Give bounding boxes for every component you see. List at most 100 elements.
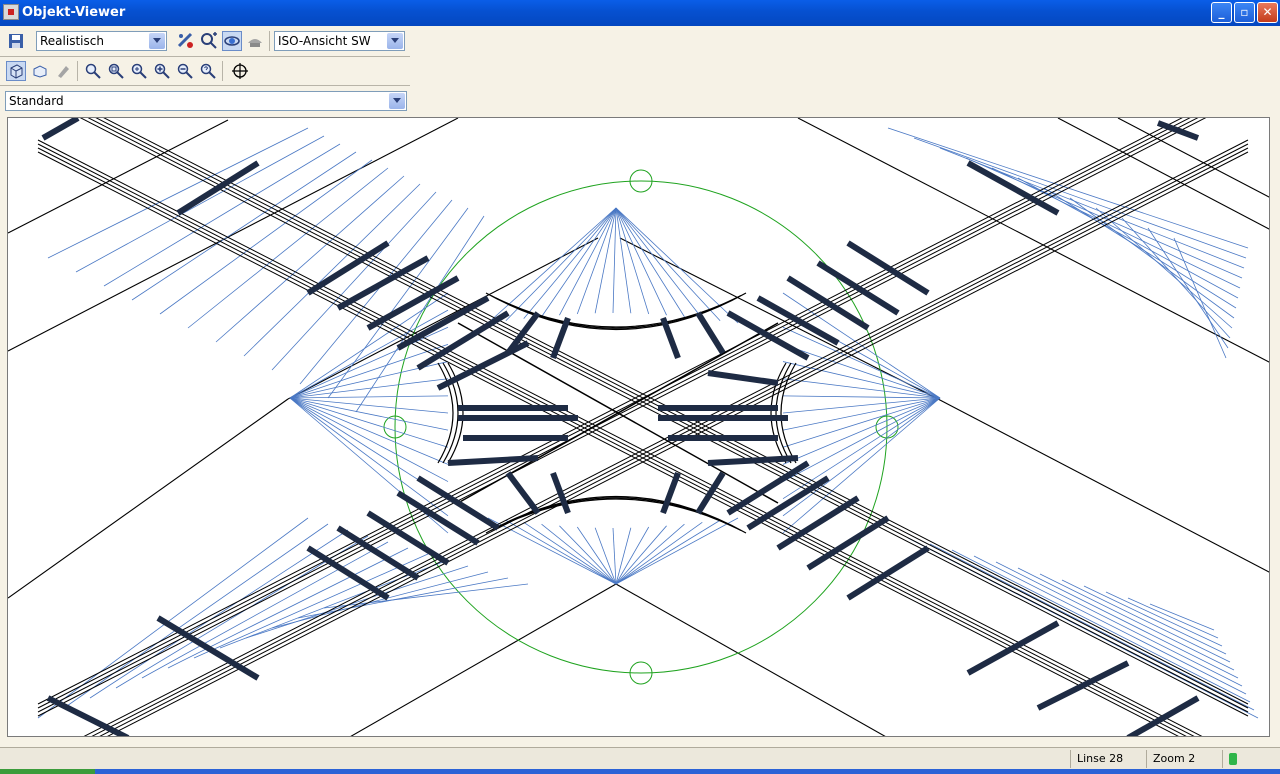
title-bar: Objekt-Viewer _ ▫ ✕ bbox=[0, 0, 1280, 26]
helper-line bbox=[1173, 237, 1227, 359]
fan-line bbox=[615, 522, 703, 585]
road-beam bbox=[1036, 660, 1130, 711]
intersection-geometry bbox=[8, 118, 1269, 736]
save-icon[interactable] bbox=[6, 31, 26, 51]
ucs-select[interactable]: Standard bbox=[5, 91, 407, 111]
road-edge bbox=[37, 118, 1207, 717]
fan-line bbox=[615, 207, 721, 322]
zoom-in-icon[interactable] bbox=[152, 61, 172, 81]
road-edge bbox=[79, 118, 1249, 717]
road-beam bbox=[695, 311, 726, 355]
fan-line bbox=[505, 207, 617, 322]
drawing-viewport[interactable] bbox=[7, 117, 1270, 737]
visual-style-manager-icon[interactable] bbox=[176, 31, 196, 51]
intersection-drawing bbox=[8, 118, 1269, 736]
road-beam bbox=[41, 118, 80, 141]
zoom-out-icon[interactable] bbox=[175, 61, 195, 81]
lens-status: Linse 28 bbox=[1070, 750, 1146, 768]
maximize-button[interactable]: ▫ bbox=[1234, 2, 1255, 23]
zoom-realtime-icon[interactable] bbox=[199, 31, 219, 51]
road-edge bbox=[99, 147, 1249, 736]
road-beam bbox=[660, 316, 681, 360]
toolbar-separator bbox=[269, 31, 270, 51]
fan-line bbox=[615, 523, 685, 585]
helper-line bbox=[1017, 177, 1239, 299]
chevron-down-icon[interactable] bbox=[389, 93, 405, 109]
helper-line bbox=[1095, 207, 1233, 329]
status-bar: Linse 28 Zoom 2 bbox=[0, 747, 1280, 770]
road-beam bbox=[966, 620, 1060, 676]
helper-line bbox=[89, 529, 349, 699]
fan-line bbox=[289, 397, 449, 465]
fan-line bbox=[615, 517, 739, 585]
zoom-status: Zoom 2 bbox=[1146, 750, 1222, 768]
toolbar-divider bbox=[0, 85, 410, 86]
status-indicator bbox=[1222, 750, 1280, 768]
fan-line bbox=[559, 525, 617, 585]
properties-icon[interactable] bbox=[53, 61, 73, 81]
fan-line bbox=[782, 397, 941, 517]
fan-line bbox=[505, 519, 617, 585]
window-title: Objekt-Viewer bbox=[22, 5, 126, 20]
helper-line bbox=[1043, 187, 1237, 309]
helper-line bbox=[929, 543, 1255, 711]
helper-line bbox=[939, 147, 1245, 269]
fan-line bbox=[782, 397, 941, 500]
fan-line bbox=[289, 309, 449, 399]
road-edge bbox=[107, 151, 1249, 736]
fan-line bbox=[523, 522, 617, 585]
box-view-icon[interactable] bbox=[30, 61, 50, 81]
road-beam bbox=[707, 455, 799, 466]
ucs-value: Standard bbox=[9, 94, 64, 108]
taskbar-strip bbox=[0, 769, 1280, 774]
road-beam bbox=[746, 475, 830, 531]
pan-icon[interactable] bbox=[245, 31, 265, 51]
road-edges bbox=[37, 118, 1249, 736]
fan-line bbox=[559, 207, 617, 316]
road-beam bbox=[176, 160, 260, 216]
visual-style-value: Realistisch bbox=[40, 34, 104, 48]
fan-line bbox=[289, 344, 449, 399]
road-edge bbox=[37, 118, 1183, 705]
fan-line bbox=[782, 361, 941, 399]
road-beam bbox=[46, 695, 130, 736]
toolbar-separator bbox=[77, 61, 78, 81]
zoom-realtime-icon[interactable] bbox=[83, 61, 103, 81]
view-select[interactable]: ISO-Ansicht SW bbox=[274, 31, 405, 51]
helper-line bbox=[1083, 585, 1227, 655]
fan-line bbox=[523, 207, 617, 319]
fan-line bbox=[782, 397, 941, 431]
minimize-button[interactable]: _ bbox=[1211, 2, 1232, 23]
orbit-icon[interactable] bbox=[222, 31, 242, 51]
helper-line bbox=[167, 547, 409, 669]
crosshair-icon[interactable] bbox=[230, 61, 250, 81]
road-beam bbox=[776, 495, 860, 551]
application-icon[interactable] bbox=[3, 4, 19, 20]
helper-line bbox=[1017, 567, 1239, 679]
road-edge bbox=[83, 139, 1249, 736]
road-beam bbox=[707, 370, 779, 386]
road-beam bbox=[505, 471, 541, 515]
view-value: ISO-Ansicht SW bbox=[278, 34, 371, 48]
toolbar-row-2 bbox=[0, 58, 410, 84]
helper-lines bbox=[37, 127, 1259, 719]
chevron-down-icon[interactable] bbox=[149, 33, 165, 49]
chevron-down-icon[interactable] bbox=[387, 33, 403, 49]
view-cube-icon[interactable] bbox=[6, 61, 26, 81]
toolbar-separator bbox=[222, 61, 223, 81]
indicator-icon bbox=[1229, 753, 1237, 765]
zoom-window-icon[interactable] bbox=[106, 61, 126, 81]
helper-line bbox=[159, 159, 373, 315]
zoom-extents-icon[interactable] bbox=[129, 61, 149, 81]
fan-line bbox=[576, 207, 617, 315]
fan-line bbox=[615, 519, 721, 585]
fan-line bbox=[289, 397, 449, 431]
fan-line bbox=[289, 378, 449, 399]
visual-style-select[interactable]: Realistisch bbox=[36, 31, 167, 51]
close-button[interactable]: ✕ bbox=[1257, 2, 1278, 23]
zoom-previous-icon[interactable] bbox=[198, 61, 218, 81]
road-edge bbox=[37, 139, 1203, 736]
road-beam bbox=[660, 471, 681, 515]
road-beam bbox=[396, 490, 480, 546]
road-edge bbox=[37, 151, 1179, 736]
